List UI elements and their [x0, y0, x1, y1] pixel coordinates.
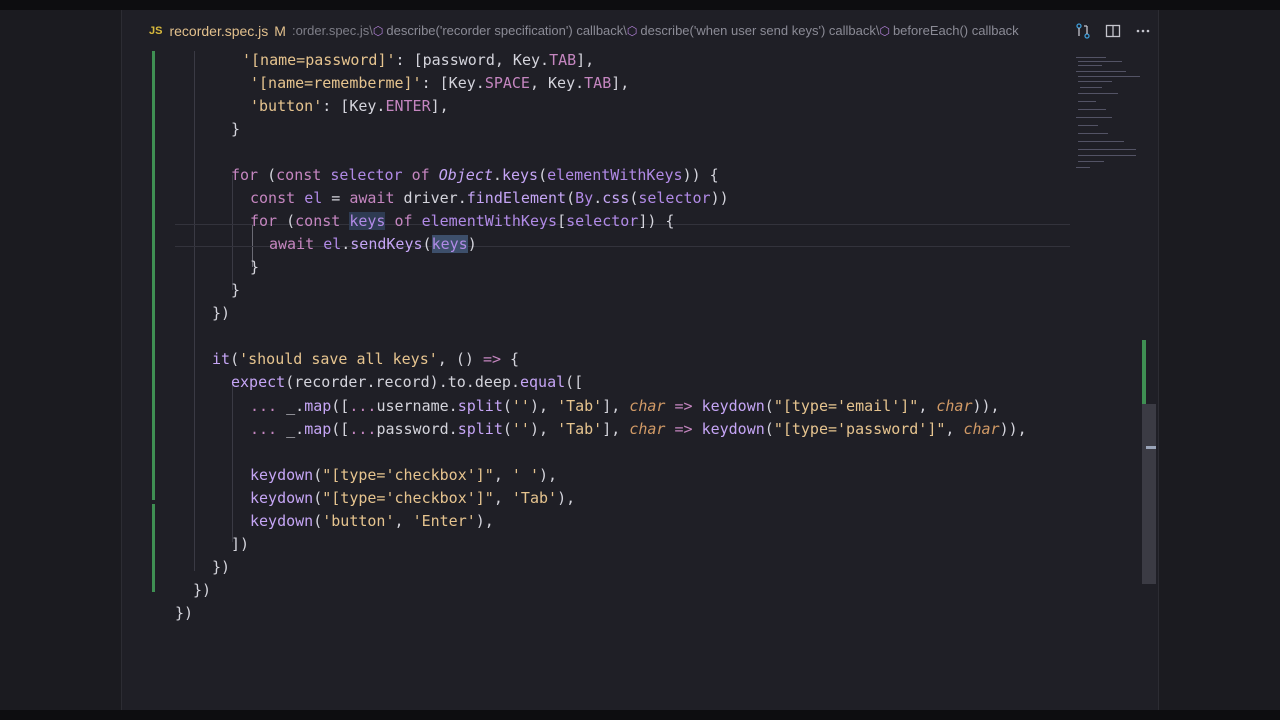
frame-border-right [1158, 10, 1159, 710]
git-added-gutter [152, 504, 155, 592]
code-line: expect(recorder.record).to.deep.equal([ [231, 373, 584, 391]
symbol-method-icon: ⬡ [626, 23, 638, 38]
breadcrumb-item[interactable]: ⬡ describe('recorder specification') cal… [373, 23, 627, 38]
git-modified-gutter [152, 51, 155, 500]
code-line: }) [212, 304, 231, 322]
scrollbar-cursor-marker [1146, 446, 1156, 449]
modified-indicator: M [274, 22, 286, 39]
code-line: keydown("[type='checkbox']", ' '), [250, 466, 558, 484]
code-line: ]) [231, 535, 250, 553]
compare-changes-icon[interactable] [1068, 22, 1098, 39]
editor-actions [1062, 10, 1158, 51]
code-line: it('should save all keys', () => { [212, 350, 520, 368]
breadcrumb: JS recorder.spec.js M :order.spec.js\ ⬡ … [122, 10, 1158, 51]
breadcrumb-file-name[interactable]: recorder.spec.js [169, 23, 268, 39]
code-line: 'button': [Key.ENTER], [250, 97, 449, 115]
code-line: ... _.map([...username.split(''), 'Tab']… [250, 397, 1000, 415]
breadcrumb-item-label: describe('when user send keys') callback… [640, 23, 880, 38]
code-line: '[name=password]': [password, Key.TAB], [242, 51, 595, 69]
code-line: } [250, 258, 260, 276]
code-line: }) [212, 558, 231, 576]
code-line: keydown("[type='checkbox']", 'Tab'), [250, 489, 576, 507]
code-line: } [231, 281, 241, 299]
breadcrumb-item-label: describe('recorder specification') callb… [386, 23, 627, 38]
indent-guide [194, 51, 195, 571]
breadcrumb-item[interactable]: ⬡ describe('when user send keys') callba… [627, 23, 880, 38]
symbol-method-icon: ⬡ [372, 23, 384, 38]
code-line: '[name=rememberme]': [Key.SPACE, Key.TAB… [250, 74, 630, 92]
code-line: for (const keys of elementWithKeys[selec… [250, 212, 675, 230]
code-line: }) [175, 604, 194, 622]
scrollbar-thumb[interactable] [1142, 404, 1156, 584]
code-editor[interactable]: '[name=password]': [password, Key.TAB], … [122, 10, 1158, 710]
more-actions-icon[interactable] [1128, 23, 1158, 39]
breadcrumb-item-label: beforeEach() callback [892, 23, 1019, 38]
code-line: } [231, 120, 241, 138]
split-editor-icon[interactable] [1098, 23, 1128, 39]
breadcrumb-item[interactable]: ⬡ beforeEach() callback [879, 23, 1018, 38]
code-line-current: await el.sendKeys(keys) [269, 235, 477, 253]
javascript-file-icon: JS [149, 24, 163, 37]
right-letterbox [1159, 10, 1280, 710]
code-line: }) [193, 581, 212, 599]
left-letterbox [0, 10, 121, 710]
code-line: ... _.map([...password.split(''), 'Tab']… [250, 420, 1027, 438]
code-line: const el = await driver.findElement(By.c… [250, 189, 729, 207]
code-line: for (const selector of Object.keys(eleme… [231, 166, 719, 184]
breadcrumb-path[interactable]: :order.spec.js\ [292, 23, 373, 38]
symbol-method-icon: ⬡ [879, 23, 890, 38]
indent-guide [232, 382, 233, 542]
code-line: keydown('button', 'Enter'), [250, 512, 494, 530]
minimap[interactable] [1072, 51, 1142, 181]
code-area[interactable]: '[name=password]': [password, Key.TAB], … [122, 10, 1072, 710]
